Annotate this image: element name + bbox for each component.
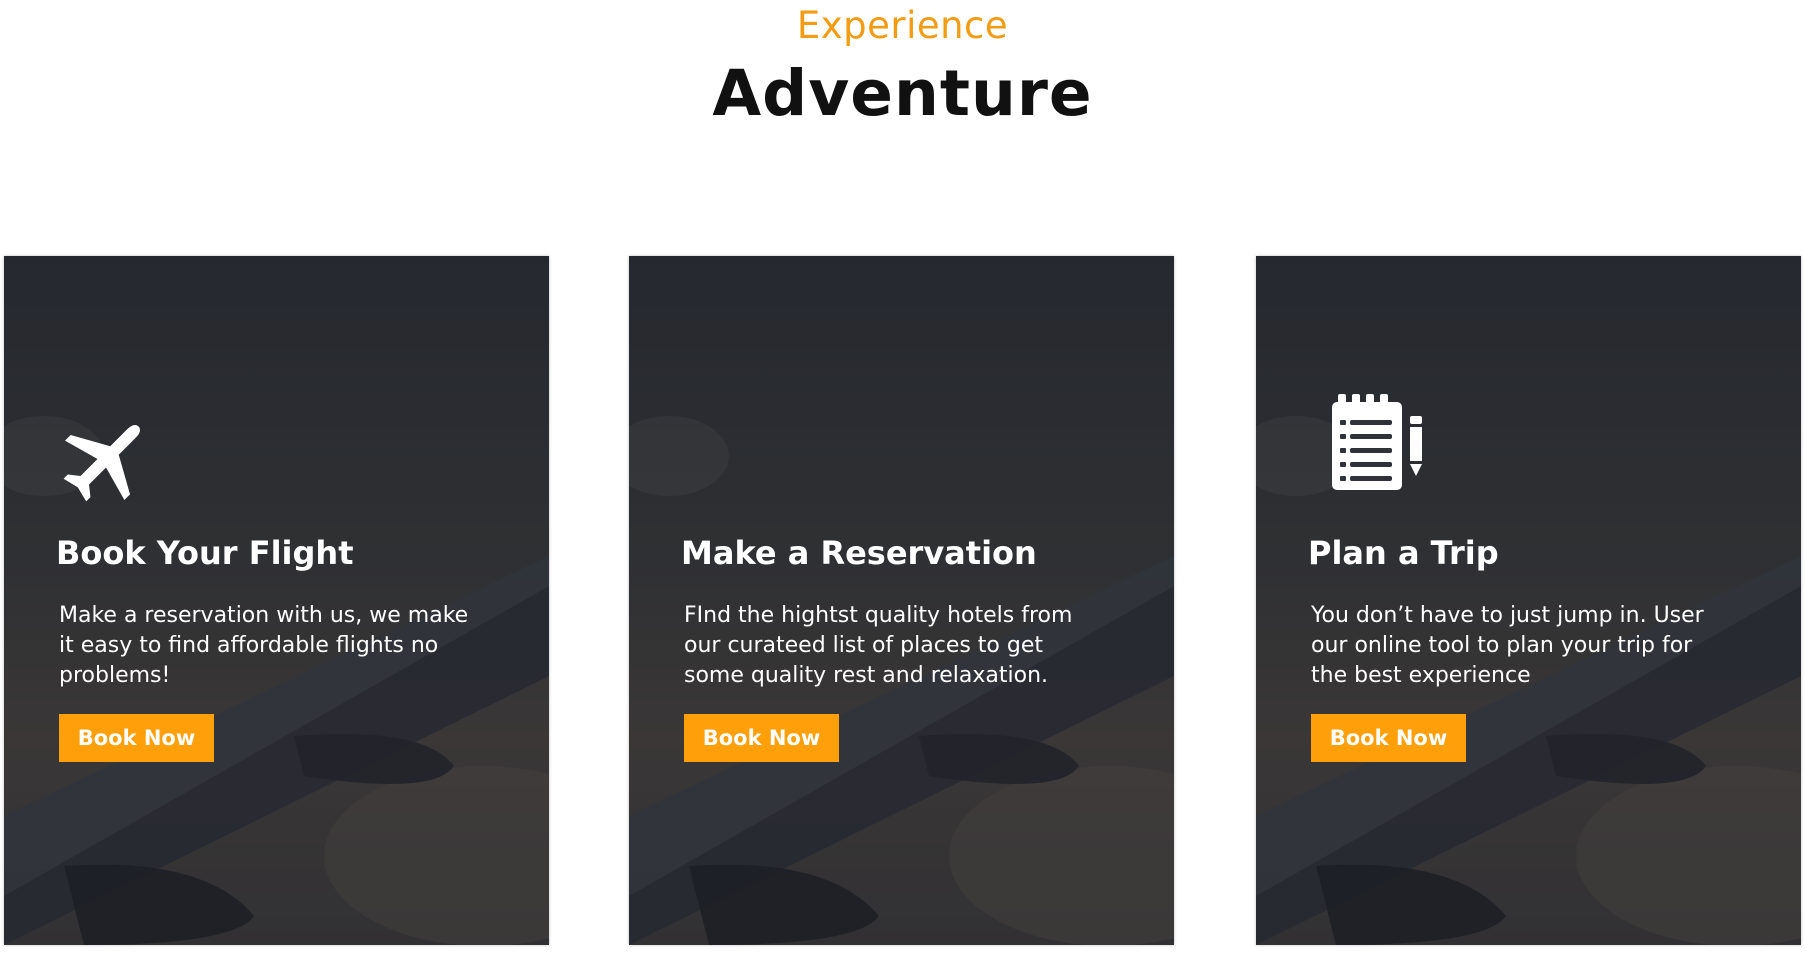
book-now-button[interactable]: Book Now (1311, 714, 1466, 762)
notepad-pencil-icon (1332, 394, 1422, 490)
adventure-section: Experience Adventure Book Your Flight Ma… (0, 0, 1805, 953)
card-description: FInd the hightst quality hotels from our… (684, 603, 1073, 688)
book-now-button[interactable]: Book Now (59, 714, 214, 762)
airplane-icon (63, 425, 140, 502)
book-now-button[interactable]: Book Now (684, 714, 839, 762)
card-title: Make a Reservation (681, 534, 1037, 572)
card-description: Make a reservation with us, we make it e… (59, 603, 469, 688)
section-eyebrow: Experience (796, 4, 1009, 47)
card-description: You don’t have to just jump in. User our… (1311, 603, 1704, 688)
card-plan-trip: Plan a Trip You don’t have to just jump … (1256, 256, 1801, 945)
card-title: Plan a Trip (1308, 534, 1499, 572)
card-make-reservation: Make a Reservation FInd the hightst qual… (629, 256, 1174, 945)
card-book-flight: Book Your Flight Make a reservation with… (4, 256, 549, 945)
card-title: Book Your Flight (56, 534, 354, 572)
section-heading: Adventure (712, 57, 1093, 130)
